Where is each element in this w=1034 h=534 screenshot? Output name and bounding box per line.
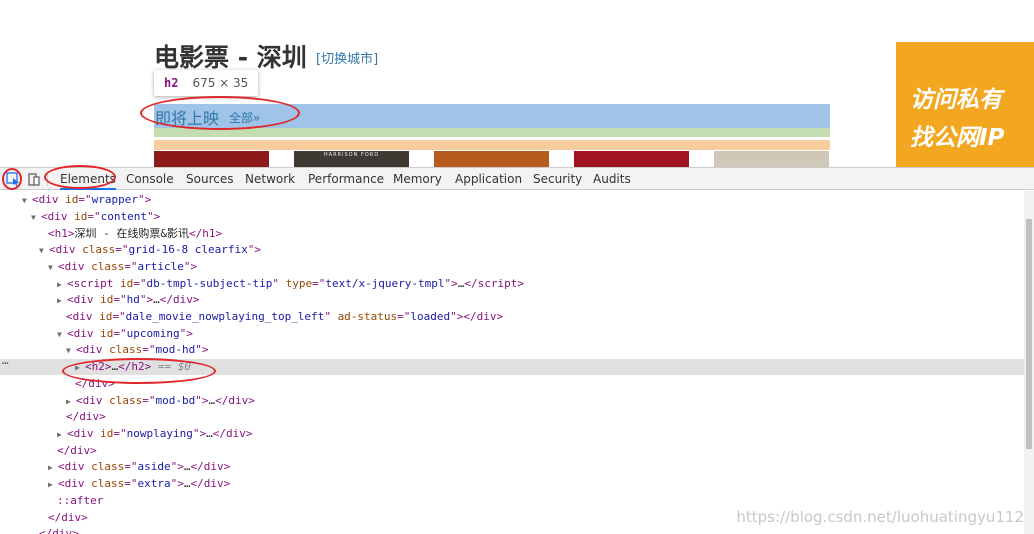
dom-node-selected-h2[interactable]: ▶ <h2>…</h2> == $0: [0, 359, 1024, 375]
scroll-thumb[interactable]: [1026, 219, 1032, 449]
inspect-margin-highlight: [154, 140, 830, 150]
dom-node[interactable]: ▼ <div id="content">: [0, 209, 160, 225]
ad-line-1: 访问私有: [910, 87, 1002, 113]
dom-node[interactable]: </div>: [0, 510, 88, 526]
dom-node[interactable]: ▶ <div class="extra">…</div>: [0, 476, 230, 492]
dom-node[interactable]: ::after: [0, 493, 103, 509]
tooltip-size: 675 × 35: [192, 76, 249, 90]
ad-line-2: 找公网IP: [910, 125, 1005, 151]
tab-sources[interactable]: Sources: [186, 168, 233, 190]
dom-node[interactable]: ▼ <div class="mod-hd">: [0, 342, 209, 358]
dom-node[interactable]: ▶ <div id="nowplaying">…</div>: [0, 426, 252, 442]
dom-node[interactable]: ▶ <div class="mod-bd">…</div>: [0, 393, 255, 409]
movie-poster[interactable]: HARRISON FORD: [294, 151, 409, 167]
dom-node[interactable]: ▼ <div id="wrapper">: [0, 192, 151, 208]
upcoming-heading[interactable]: 即将上映: [155, 105, 219, 129]
tab-security[interactable]: Security: [533, 168, 582, 190]
inspect-element-icon[interactable]: [5, 171, 21, 187]
movie-poster[interactable]: [154, 151, 269, 167]
tab-network[interactable]: Network: [245, 168, 295, 190]
tab-audits[interactable]: Audits: [593, 168, 631, 190]
dom-node[interactable]: </div>: [0, 409, 106, 425]
toolbar-divider: [47, 172, 48, 186]
tab-performance[interactable]: Performance: [308, 168, 384, 190]
dom-node[interactable]: </div>: [0, 376, 115, 392]
device-toolbar-icon[interactable]: [26, 171, 42, 187]
dom-node[interactable]: ▶ <div id="hd">…</div>: [0, 292, 200, 308]
dom-node[interactable]: <div id="dale_movie_nowplaying_top_left"…: [0, 309, 503, 325]
dom-node[interactable]: ▼ <div id="upcoming">: [0, 326, 193, 342]
dom-scrollbar[interactable]: [1024, 191, 1034, 534]
dom-node[interactable]: ▼ <div class="grid-16-8 clearfix">: [0, 242, 261, 258]
web-page-viewport: 电影票 - 深圳 [切换城市] 即将上映 全部» h2 675 × 35 HAR…: [0, 0, 1034, 167]
movie-poster[interactable]: [574, 151, 689, 167]
tab-application[interactable]: Application: [455, 168, 522, 190]
all-upcoming-link[interactable]: 全部»: [229, 109, 260, 126]
dom-node[interactable]: </div>: [0, 443, 97, 459]
tooltip-tag-name: h2: [164, 76, 179, 90]
dom-tree[interactable]: ▼ <div id="wrapper"> ▼ <div id="content"> …: [0, 191, 1024, 534]
switch-city-link[interactable]: [切换城市]: [316, 48, 378, 67]
inspect-padding-highlight: [154, 128, 830, 137]
more-options-dots[interactable]: …: [2, 354, 9, 367]
tab-elements[interactable]: Elements: [60, 168, 116, 190]
dom-node[interactable]: </div>: [0, 526, 79, 534]
devtools-toolbar: Elements Console Sources Network Perform…: [0, 168, 1034, 190]
tab-console[interactable]: Console: [126, 168, 174, 190]
ad-banner[interactable]: 访问私有 找公网IP: [896, 42, 1034, 167]
devtools-panel: Elements Console Sources Network Perform…: [0, 165, 1034, 534]
dom-node[interactable]: ▼ <div class="article">: [0, 259, 197, 275]
dom-node[interactable]: ▶ <script id="db-tmpl-subject-tip" type="…: [0, 276, 524, 292]
tab-memory[interactable]: Memory: [393, 168, 442, 190]
dom-node[interactable]: <h1>深圳 - 在线购票&影讯</h1>: [0, 226, 222, 242]
movie-poster[interactable]: [714, 151, 829, 167]
movie-poster[interactable]: [434, 151, 549, 167]
inspect-tooltip: h2 675 × 35: [154, 70, 259, 96]
watermark: https://blog.csdn.net/luohuatingyu112: [736, 508, 1024, 526]
dom-node[interactable]: ▶ <div class="aside">…</div>: [0, 459, 230, 475]
page-title: 电影票 - 深圳: [154, 43, 307, 72]
